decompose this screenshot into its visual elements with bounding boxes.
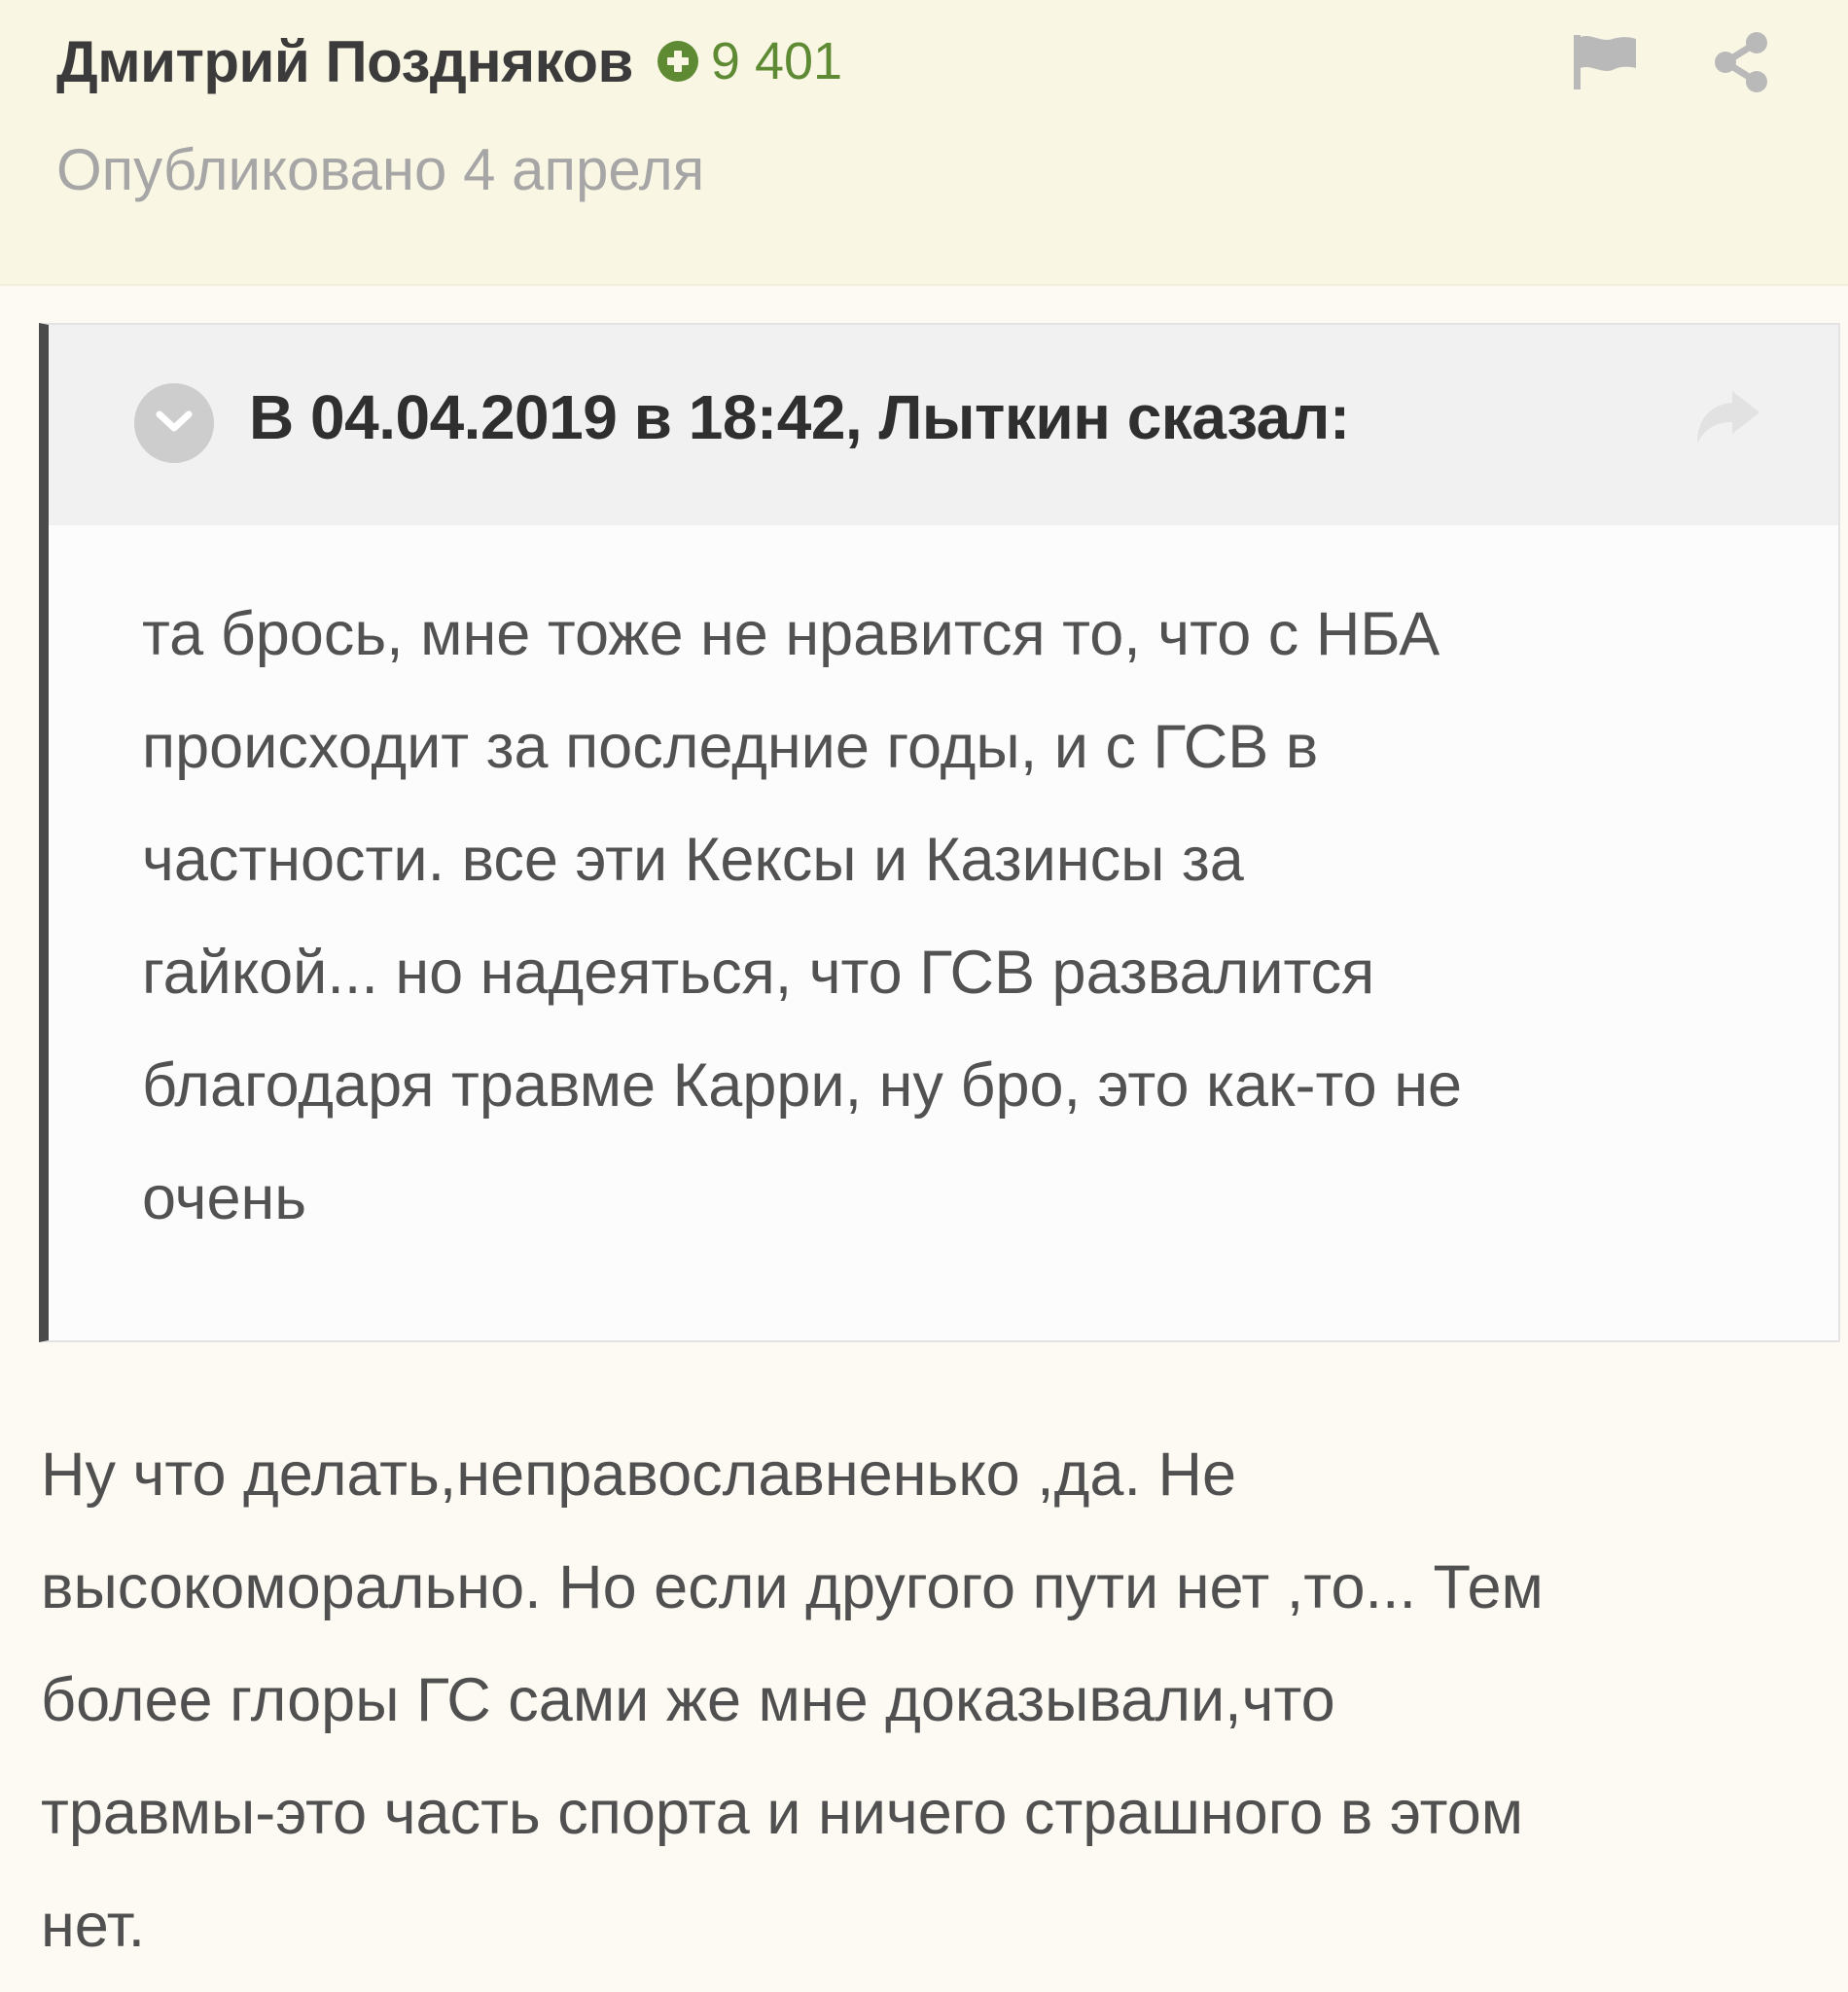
reputation-value: 9 401 (710, 32, 843, 90)
plus-circle-icon (655, 38, 701, 85)
quote-header: В 04.04.2019 в 18:42, Лыткин сказал: (49, 325, 1838, 525)
author-name[interactable]: Дмитрий Поздняков (56, 28, 633, 95)
quote-text: та брось, мне тоже не нравится то, что с… (142, 578, 1776, 1255)
post-text-line: Ну что делать,неправославненько ,да. Не (41, 1441, 1236, 1509)
report-button[interactable] (1568, 27, 1642, 101)
reputation-badge[interactable]: 9 401 (655, 31, 842, 91)
author-row: Дмитрий Поздняков 9 401 (56, 27, 842, 95)
quote-source-link[interactable] (1683, 379, 1770, 457)
quote-text-line: благодаря травме Карри, ну бро, это как-… (142, 1051, 1463, 1120)
quote-text-line: частности. все эти Кексы и Казинсы за (142, 826, 1244, 894)
published-date: Опубликовано 4 апреля (56, 137, 705, 202)
reply-arrow-icon (1688, 385, 1765, 452)
quote-block: В 04.04.2019 в 18:42, Лыткин сказал: та … (39, 323, 1840, 1342)
post-text-line: высокоморально. Но если другого пути нет… (41, 1553, 1544, 1621)
quote-citation: В 04.04.2019 в 18:42, Лыткин сказал: (249, 382, 1350, 452)
post-body: Ну что делать,неправославненько ,да. Не … (41, 1418, 1830, 1982)
chevron-down-icon (154, 407, 195, 441)
post-text-line: более глоры ГС сами же мне доказывали,чт… (41, 1666, 1335, 1734)
post-header: Дмитрий Поздняков 9 401 Опубликовано 4 а… (0, 0, 1848, 286)
share-button[interactable] (1704, 27, 1778, 101)
quote-text-line: гайкой... но надеяться, что ГСВ развалит… (142, 939, 1375, 1007)
share-icon (1710, 31, 1772, 98)
post-text-line: травмы-это часть спорта и ничего страшно… (41, 1779, 1524, 1847)
quote-text-line: происходит за последние годы, и с ГСВ в (142, 713, 1319, 781)
quote-toggle-button[interactable] (134, 383, 214, 463)
forum-post: Дмитрий Поздняков 9 401 Опубликовано 4 а… (0, 0, 1848, 1992)
post-text-line: нет. (41, 1892, 146, 1960)
flag-icon (1570, 31, 1640, 98)
quote-text-line: та брось, мне тоже не нравится то, что с… (142, 600, 1440, 668)
quote-text-line: очень (142, 1164, 307, 1232)
